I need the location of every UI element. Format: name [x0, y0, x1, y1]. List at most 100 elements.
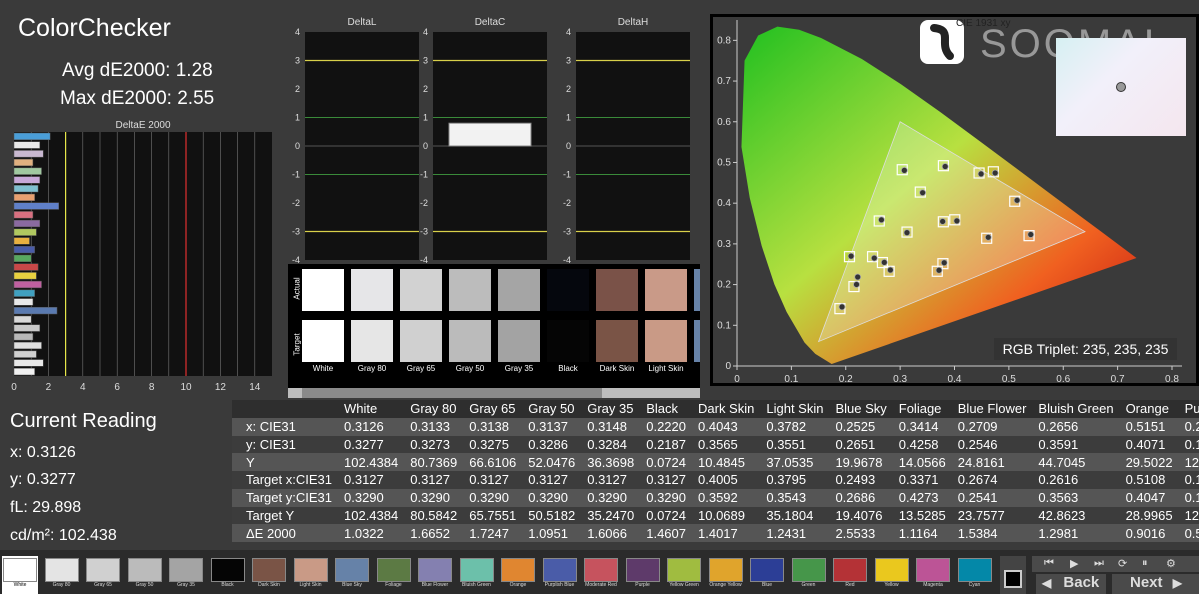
patch-button[interactable]: Moderate Red — [583, 556, 619, 594]
patch-button[interactable]: Yellow — [874, 556, 910, 594]
table-cell: 0.1 — [1178, 471, 1199, 489]
loop-icon[interactable]: ⟳ — [1118, 557, 1127, 570]
delta-chart-title: DeltaC — [475, 17, 506, 28]
table-row: y: CIE31 0.3277 0.3273 0.3275 0.3286 0.3284 0.… — [232, 435, 1199, 454]
patch-button[interactable]: Blue Flower — [417, 556, 453, 594]
cie-measured-point — [939, 218, 947, 225]
patch-button[interactable]: Black — [210, 556, 246, 594]
actual-swatch — [547, 269, 589, 311]
table-cell: 0.4043 — [692, 417, 761, 436]
swatch-label: Dark Skin — [599, 364, 635, 373]
next-arrow-icon: ▶ — [1172, 576, 1182, 590]
delta-tick-label: 4 — [423, 27, 428, 37]
patch-label: Magenta — [923, 582, 943, 588]
delta-tick-label: 4 — [566, 27, 571, 37]
back-button[interactable]: ◀ Back — [1036, 574, 1106, 594]
table-column-header: Gray 80 — [404, 400, 464, 418]
patch-button[interactable]: White — [2, 556, 38, 594]
next-button[interactable]: Next ▶ — [1112, 574, 1199, 594]
patch-button[interactable]: Orange Yellow — [708, 556, 744, 594]
patch-button[interactable]: Cyan — [957, 556, 993, 594]
patch-button[interactable]: Purplish Blue — [542, 556, 578, 594]
patch-label: Yellow — [884, 582, 899, 588]
patch-button[interactable]: Gray 80 — [44, 556, 80, 594]
table-cell: 1.4607 — [640, 524, 692, 542]
table-cell: 0.3127 — [522, 471, 582, 489]
table-cell: 0.3286 — [522, 435, 582, 454]
table-cell: 0.3290 — [404, 488, 464, 507]
patch-button[interactable]: Light Skin — [293, 556, 329, 594]
table-cell: 0.2 — [1178, 417, 1199, 436]
deltae-bar — [13, 263, 39, 271]
patch-button[interactable]: Blue — [749, 556, 785, 594]
patch-button[interactable]: Bluish Green — [459, 556, 495, 594]
table-cell: 44.7045 — [1032, 453, 1120, 471]
patch-label: Red — [845, 582, 855, 588]
table-cell: 1.0951 — [522, 524, 582, 542]
table-cell: 0.3275 — [463, 435, 523, 454]
delta-tick-label: 0 — [566, 141, 571, 151]
deltae-bar — [13, 193, 35, 201]
table-cell: 102.4384 — [338, 453, 405, 471]
patch-button[interactable]: Purple — [625, 556, 661, 594]
patch-label: Gray 35 — [177, 582, 195, 588]
avg-de-label: Avg dE2000: 1.28 — [62, 60, 213, 81]
patch-button[interactable]: Dark Skin — [251, 556, 287, 594]
cie-measured-point — [878, 216, 885, 224]
deltae-tick-label: 14 — [249, 382, 261, 393]
patch-button[interactable]: Blue Sky — [334, 556, 370, 594]
patch-button[interactable]: Orange — [500, 556, 536, 594]
table-cell: 19.4076 — [829, 506, 893, 525]
pause-icon[interactable]: ⏸ — [1142, 557, 1148, 570]
deltae-bar — [13, 176, 41, 184]
table-cell: 0.3592 — [692, 488, 761, 507]
delta-tick-label: -1 — [563, 170, 571, 180]
patch-swatch — [335, 558, 369, 582]
cie-measured-point — [870, 254, 878, 262]
table-row-header: Target x:CIE31 — [232, 471, 338, 489]
patch-button[interactable]: Gray 50 — [127, 556, 163, 594]
cie-measured-point — [1013, 196, 1021, 204]
table-cell: 0.4258 — [892, 435, 952, 454]
deltae-bar — [13, 359, 44, 367]
table-cell: 10.4845 — [692, 453, 761, 471]
table-cell: 0.4071 — [1119, 435, 1179, 454]
cie-x-tick: 0.8 — [1165, 374, 1179, 384]
play-icon[interactable]: ▶ — [1070, 557, 1078, 570]
deltae-chart: 0 2 4 6 8 10 12 14 — [11, 132, 272, 393]
table-cell: 36.3698 — [581, 453, 641, 471]
patch-button[interactable]: Magenta — [915, 556, 951, 594]
table-cell: 1.0322 — [338, 524, 405, 542]
table-row: Target Y 102.4384 80.5842 65.7551 50.5182 35.… — [232, 506, 1199, 525]
patch-label: Light Skin — [299, 582, 322, 588]
first-icon[interactable]: ⏮ — [1044, 557, 1054, 570]
table-cell: 0.3543 — [760, 488, 830, 507]
patch-button[interactable]: Gray 35 — [168, 556, 204, 594]
deltae-bar — [13, 211, 34, 219]
delta-tick-label: 3 — [423, 56, 428, 66]
delta-charts: DeltaL 4 3 2 1 0 -1 -2 -3 -4 DeltaC 4 3 2 1 0 -1 -2 -3 -4 De… — [292, 17, 690, 264]
swatch-label: Light Skin — [648, 364, 684, 373]
table-cell: 0.4005 — [692, 471, 761, 489]
patch-button[interactable]: Foliage — [376, 556, 412, 594]
target-swatch — [400, 320, 442, 362]
cie-label: CIE 1931 xy — [956, 18, 1011, 29]
patch-swatch — [86, 558, 120, 582]
patch-label: Blue Flower — [421, 582, 449, 588]
patch-button[interactable]: Yellow Green — [666, 556, 702, 594]
table-cell: 1.5384 — [951, 524, 1033, 542]
cie-x-tick: 0.1 — [784, 374, 798, 384]
patch-button[interactable]: Green — [791, 556, 827, 594]
target-swatch — [547, 320, 589, 362]
table-cell: 19.9678 — [829, 453, 893, 471]
patch-button[interactable]: Gray 65 — [85, 556, 121, 594]
target-swatch — [351, 320, 393, 362]
last-icon[interactable]: ⏭ — [1094, 557, 1104, 570]
swatch-scrollbar[interactable] — [288, 388, 700, 398]
settings-icon[interactable]: ⚙ — [1166, 557, 1176, 570]
patch-label: Blue Sky — [342, 582, 362, 588]
delta-tick-label: 1 — [423, 113, 428, 123]
stop-button[interactable] — [1000, 556, 1026, 594]
table-cell: 13.5285 — [892, 506, 952, 525]
patch-button[interactable]: Red — [832, 556, 868, 594]
